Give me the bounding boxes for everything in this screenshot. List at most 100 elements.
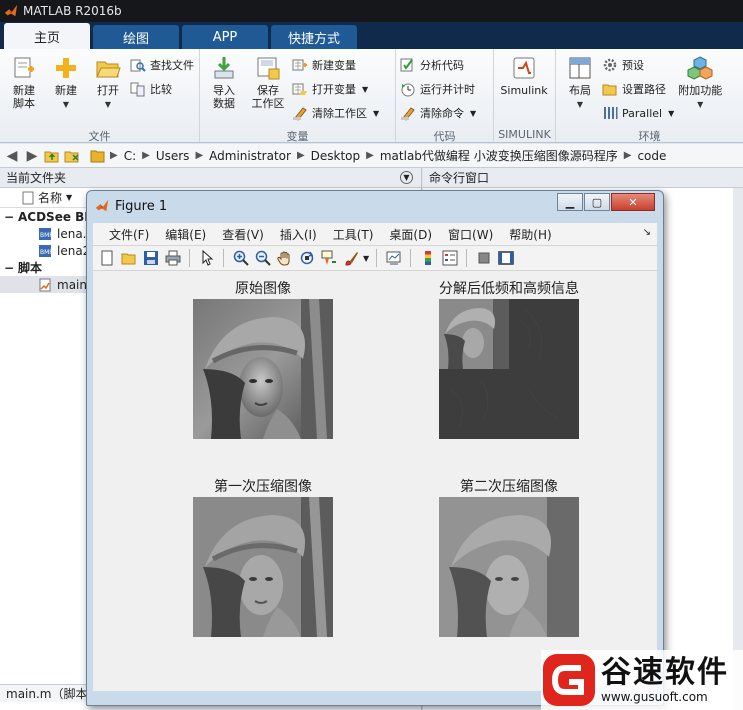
hide-plot-tools-button[interactable]	[474, 249, 493, 268]
menu-edit[interactable]: 编辑(E)	[157, 226, 214, 243]
menu-help[interactable]: 帮助(H)	[501, 226, 559, 243]
group-code-label: 代码	[433, 130, 456, 143]
breadcrumb-item[interactable]: Desktop	[311, 149, 361, 163]
menu-insert[interactable]: 插入(I)	[272, 226, 325, 243]
run-and-time-button[interactable]: 运行并计时	[400, 79, 476, 99]
import-data-label: 导入 数据	[213, 84, 235, 110]
second-compressed-image	[439, 497, 579, 637]
subplot-title: 原始图像	[235, 281, 291, 297]
tab-apps[interactable]: APP	[182, 25, 268, 49]
breadcrumb-item[interactable]: Administrator	[209, 149, 291, 163]
window-controls: ▁ ▢ ✕	[557, 193, 655, 211]
clear-commands-button[interactable]: 清除命令 ▼	[400, 103, 476, 123]
maximize-button[interactable]: ▢	[584, 193, 610, 211]
menu-view[interactable]: 查看(V)	[214, 226, 272, 243]
panel-actions-icon[interactable]: ▼	[400, 171, 413, 184]
back-arrow-icon[interactable]: ◀	[4, 148, 20, 164]
zoom-in-button[interactable]	[231, 249, 250, 268]
clear-commands-dropdown-icon: ▼	[470, 108, 477, 118]
open-label: 打开	[97, 84, 119, 97]
rotate-3d-button[interactable]	[297, 249, 316, 268]
analyze-code-button[interactable]: 分析代码	[400, 55, 476, 75]
open-file-icon	[121, 253, 135, 265]
menu-file[interactable]: 文件(F)	[101, 226, 157, 243]
subplot-compressed-1[interactable]: 第一次压缩图像	[163, 477, 363, 637]
figure-menu-bar: 文件(F) 编辑(E) 查看(V) 插入(I) 工具(T) 桌面(D) 窗口(W…	[93, 223, 657, 245]
forward-arrow-icon[interactable]: ▶	[24, 148, 40, 164]
group-variable: 导入 数据 保存 工作区 新建变量 打开变量 ▼ 清除工作区 ▼ 变量	[200, 49, 396, 143]
insert-colorbar-button[interactable]	[418, 249, 437, 268]
add-ons-label: 附加功能	[678, 84, 723, 97]
breadcrumb-item[interactable]: C:	[124, 149, 136, 163]
menu-tools[interactable]: 工具(T)	[325, 226, 382, 243]
rotate-3d-icon	[300, 251, 313, 265]
parallel-button[interactable]: Parallel ▼	[602, 103, 674, 123]
zoom-out-button[interactable]	[253, 249, 272, 268]
save-workspace-icon	[257, 57, 280, 80]
link-plot-button[interactable]	[384, 249, 403, 268]
name-column-label: 名称	[38, 191, 63, 205]
data-cursor-button[interactable]	[319, 249, 338, 268]
matlab-logo-icon	[4, 4, 18, 17]
clear-workspace-label: 清除工作区	[312, 107, 367, 120]
toolbar-separator	[466, 249, 468, 267]
address-bar: ◀ ▶ ▶ C: ▶ Users ▶ Administrator ▶ Deskt…	[0, 144, 743, 168]
new-variable-button[interactable]: 新建变量	[292, 55, 379, 75]
bmp-file-icon: BMP	[39, 244, 52, 257]
open-variable-button[interactable]: 打开变量 ▼	[292, 79, 379, 99]
save-icon	[143, 251, 158, 265]
save-figure-button[interactable]	[141, 249, 160, 268]
figure-canvas[interactable]: 原始图像 分解后低频和高频信息 第一次压缩图像 第二次压缩图像	[93, 271, 657, 691]
parallel-dropdown-icon: ▼	[668, 108, 675, 118]
command-window-scrollbar[interactable]	[733, 188, 743, 710]
brush-dropdown-icon[interactable]: ▼	[363, 254, 369, 263]
new-figure-button[interactable]	[97, 249, 116, 268]
breadcrumb-item[interactable]: Users	[156, 149, 190, 163]
zoom-in-icon	[233, 250, 249, 266]
group-variable-label: 变量	[286, 130, 309, 143]
set-path-button[interactable]: 设置路径	[602, 79, 674, 99]
analyze-code-label: 分析代码	[420, 59, 464, 72]
print-figure-button[interactable]	[163, 249, 182, 268]
add-ons-cubes-icon	[687, 56, 713, 80]
watermark-url: www.gusuoft.com	[601, 690, 708, 704]
breadcrumb-item[interactable]: code	[637, 149, 666, 163]
show-plot-tools-button[interactable]	[496, 249, 515, 268]
clear-commands-icon	[401, 107, 415, 121]
clear-workspace-button[interactable]: 清除工作区 ▼	[292, 103, 379, 123]
dock-arrow-icon[interactable]: ↘	[643, 227, 651, 238]
tab-shortcuts[interactable]: 快捷方式	[271, 25, 357, 49]
find-files-button[interactable]: 查找文件	[130, 55, 194, 75]
compare-label: 比较	[150, 83, 172, 96]
insert-legend-button[interactable]	[440, 249, 459, 268]
colorbar-icon	[424, 251, 431, 265]
figure-window[interactable]: Figure 1 ▁ ▢ ✕ 文件(F) 编辑(E) 查看(V) 插入(I) 工…	[86, 190, 664, 706]
tab-home[interactable]: 主页	[4, 23, 90, 49]
subplot-original[interactable]: 原始图像	[163, 279, 363, 439]
lena-original-image	[193, 299, 333, 439]
menu-desktop[interactable]: 桌面(D)	[381, 226, 440, 243]
pan-button[interactable]	[275, 249, 294, 268]
menu-window[interactable]: 窗口(W)	[440, 226, 501, 243]
close-button[interactable]: ✕	[611, 193, 655, 211]
breadcrumb-separator: ▶	[110, 150, 118, 161]
subplot-compressed-2[interactable]: 第二次压缩图像	[409, 477, 609, 637]
collapse-icon[interactable]: −	[4, 261, 18, 275]
collapse-icon[interactable]: −	[4, 210, 18, 224]
preferences-button[interactable]: 预设	[602, 55, 674, 75]
browse-folder-icon[interactable]	[64, 148, 80, 164]
hand-pan-icon	[276, 251, 289, 266]
app-title-bar: MATLAB R2016b	[0, 0, 743, 22]
minimize-button[interactable]: ▁	[557, 193, 583, 211]
breadcrumb-item[interactable]: matlab代做编程 小波变换压缩图像源码程序	[380, 147, 618, 164]
compare-button[interactable]: 比较	[130, 79, 194, 99]
tab-plots[interactable]: 绘图	[93, 25, 179, 49]
subplot-decomposed[interactable]: 分解后低频和高频信息	[409, 279, 609, 439]
up-folder-icon[interactable]	[44, 148, 60, 164]
simulink-icon	[513, 57, 535, 79]
open-file-button[interactable]	[119, 249, 138, 268]
brush-button[interactable]	[341, 249, 360, 268]
figure-toolbar: ▼	[93, 245, 657, 271]
edit-plot-button[interactable]	[197, 249, 216, 268]
new-script-label: 新建 脚本	[13, 84, 35, 110]
